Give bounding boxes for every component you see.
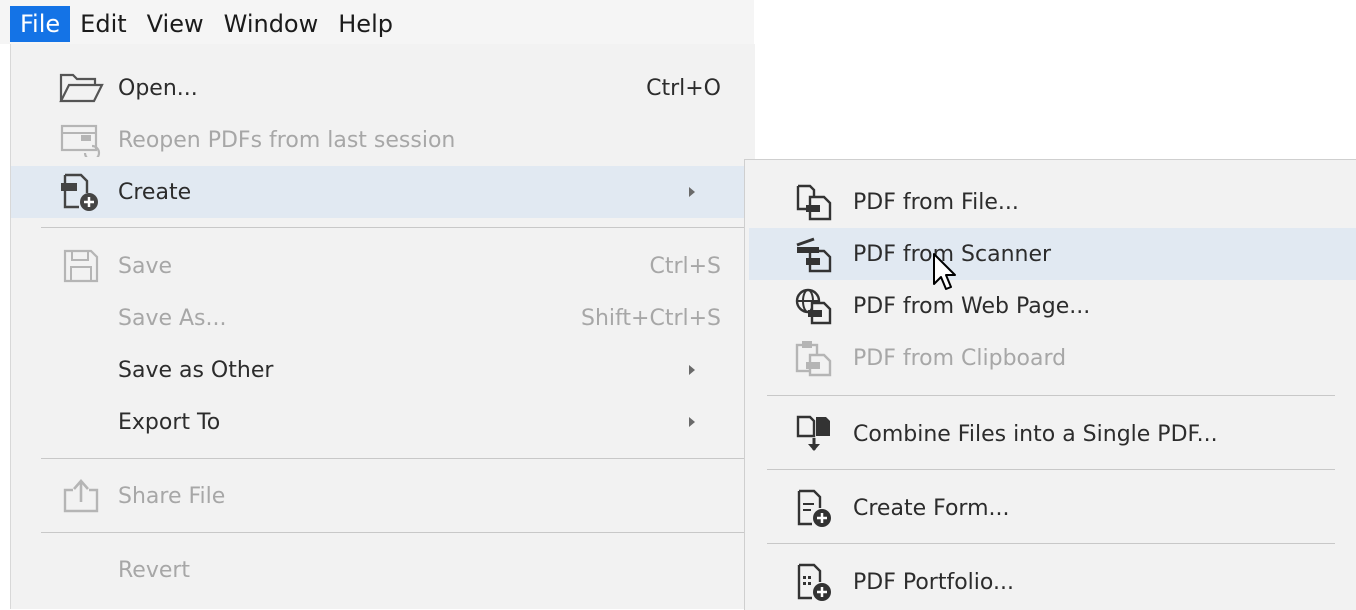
open-label: Open... xyxy=(118,75,198,101)
save-label: Save xyxy=(118,253,173,279)
export-to-label: Export To xyxy=(118,409,221,435)
file-menu-dropdown: Open... Ctrl+O Reopen PDFs from last ses… xyxy=(10,44,755,609)
menu-bar: File Edit View Window Help xyxy=(0,0,754,44)
menu-separator xyxy=(41,227,753,228)
scanner-icon xyxy=(793,233,835,275)
create-form-label: Create Form... xyxy=(853,495,1010,521)
submenu-item-pdf-from-clipboard[interactable]: PDF from Clipboard xyxy=(749,332,1356,384)
globe-web-icon xyxy=(793,285,835,327)
pdf-from-file-label: PDF from File... xyxy=(853,189,1019,215)
menu-view[interactable]: View xyxy=(137,6,214,42)
pdf-from-clipboard-label: PDF from Clipboard xyxy=(853,345,1067,371)
submenu-separator xyxy=(767,543,1335,544)
menu-item-open[interactable]: Open... Ctrl+O xyxy=(11,62,755,114)
revert-label: Revert xyxy=(118,557,191,583)
menu-help[interactable]: Help xyxy=(328,6,403,42)
share-upload-icon xyxy=(57,476,105,516)
reopen-label: Reopen PDFs from last session xyxy=(118,127,456,153)
save-as-other-label: Save as Other xyxy=(118,357,274,383)
submenu-item-pdf-from-file[interactable]: PDF from File... xyxy=(749,176,1356,228)
submenu-arrow-icon xyxy=(689,417,695,427)
folder-open-icon xyxy=(57,68,105,108)
submenu-item-pdf-from-scanner[interactable]: PDF from Scanner xyxy=(749,228,1356,280)
open-shortcut: Ctrl+O xyxy=(646,75,721,101)
create-form-icon xyxy=(793,487,835,529)
menu-item-create[interactable]: Create xyxy=(11,166,755,218)
menu-item-save-as[interactable]: Save As... Shift+Ctrl+S xyxy=(11,292,755,344)
pdf-portfolio-label: PDF Portfolio... xyxy=(853,569,1014,595)
menu-item-save-as-other[interactable]: Save as Other xyxy=(11,344,755,396)
save-as-label: Save As... xyxy=(118,305,227,331)
save-disk-icon xyxy=(57,246,105,286)
submenu-arrow-icon xyxy=(689,187,695,197)
submenu-item-pdf-portfolio[interactable]: PDF Portfolio... xyxy=(749,556,1356,608)
reopen-session-icon xyxy=(57,120,105,160)
save-shortcut: Ctrl+S xyxy=(649,253,721,279)
combine-files-label: Combine Files into a Single PDF... xyxy=(853,421,1218,447)
clipboard-icon xyxy=(793,337,835,379)
share-file-label: Share File xyxy=(118,483,226,509)
pdf-from-web-page-label: PDF from Web Page... xyxy=(853,293,1091,319)
menu-separator xyxy=(41,532,753,533)
menu-item-export-to[interactable]: Export To xyxy=(11,396,755,448)
create-submenu: PDF from File... PDF from Scanner PDF fr… xyxy=(744,159,1356,610)
portfolio-icon xyxy=(793,561,835,603)
submenu-item-create-form[interactable]: Create Form... xyxy=(749,482,1356,534)
submenu-separator xyxy=(767,395,1335,396)
menu-edit[interactable]: Edit xyxy=(70,6,136,42)
menu-window[interactable]: Window xyxy=(214,6,329,42)
menu-file[interactable]: File xyxy=(10,6,71,42)
mouse-cursor-icon xyxy=(932,252,958,292)
submenu-arrow-icon xyxy=(689,365,695,375)
submenu-item-combine-files[interactable]: Combine Files into a Single PDF... xyxy=(749,408,1356,460)
menu-item-reopen[interactable]: Reopen PDFs from last session xyxy=(11,114,755,166)
save-as-shortcut: Shift+Ctrl+S xyxy=(581,305,721,331)
menu-item-revert[interactable]: Revert xyxy=(11,544,755,596)
menu-item-share-file[interactable]: Share File xyxy=(11,470,755,522)
create-pdf-icon xyxy=(57,172,105,212)
submenu-item-pdf-from-web-page[interactable]: PDF from Web Page... xyxy=(749,280,1356,332)
menu-item-save[interactable]: Save Ctrl+S xyxy=(11,240,755,292)
submenu-separator xyxy=(767,469,1335,470)
pdf-from-file-icon xyxy=(793,181,835,223)
create-label: Create xyxy=(118,179,192,205)
combine-files-icon xyxy=(793,413,835,455)
menu-separator xyxy=(41,458,753,459)
